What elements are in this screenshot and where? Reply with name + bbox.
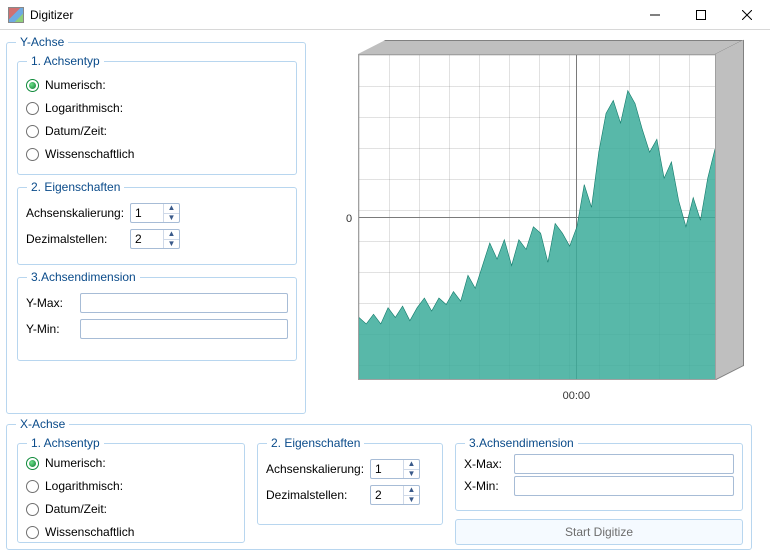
y-axis-type-group-label: 1. Achsentyp (27, 54, 104, 68)
y-axis-scaling-label: Achsenskalierung: (26, 206, 130, 220)
x-axis-dim-group-label: 3.Achsendimension (465, 436, 578, 450)
radio-dot-icon (26, 526, 39, 539)
x-axis-type-group: 1. Achsentyp Numerisch: Logarithmisch: D… (17, 443, 245, 543)
y-axis-group: Y-Achse 1. Achsentyp Numerisch: Logarith… (6, 42, 306, 414)
y-axis-decimals-input[interactable]: 2 ▲▼ (130, 229, 180, 249)
x-axis-type-numeric-label: Numerisch: (45, 456, 106, 470)
y-axis-type-log[interactable]: Logarithmisch: (26, 98, 288, 118)
y-min-input[interactable] (80, 319, 288, 339)
x-axis-type-log[interactable]: Logarithmisch: (26, 476, 236, 496)
radio-dot-icon (26, 457, 39, 470)
radio-dot-icon (26, 148, 39, 161)
radio-dot-icon (26, 125, 39, 138)
x-axis-decimals-value: 2 (371, 486, 403, 504)
spinner-down-icon[interactable]: ▼ (404, 470, 419, 479)
x-axis-props-group-label: 2. Eigenschaften (267, 436, 364, 450)
y-axis-type-numeric[interactable]: Numerisch: (26, 75, 288, 95)
chart-preview: 0 00:00 (324, 36, 750, 408)
plot-area (358, 54, 744, 380)
x-axis-decimals-input[interactable]: 2 ▲▼ (370, 485, 420, 505)
x-axis-group: X-Achse 1. Achsentyp Numerisch: Logarith… (6, 424, 752, 550)
x-max-input[interactable] (514, 454, 734, 474)
x-axis-type-scientific-label: Wissenschaftlich (45, 525, 134, 539)
x-axis-scaling-value: 1 (371, 460, 403, 478)
y-axis-type-numeric-label: Numerisch: (45, 78, 106, 92)
x-axis-scaling-label: Achsenskalierung: (266, 462, 370, 476)
chart-series (359, 55, 715, 379)
titlebar: Digitizer (0, 0, 770, 30)
maximize-button[interactable] (678, 0, 724, 30)
y-axis-decimals-label: Dezimalstellen: (26, 232, 130, 246)
y-max-label: Y-Max: (26, 296, 80, 310)
x-axis-props-group: 2. Eigenschaften Achsenskalierung: 1 ▲▼ … (257, 443, 443, 525)
x-axis-dim-group: 3.Achsendimension X-Max: X-Min: (455, 443, 743, 511)
x-axis-scaling-input[interactable]: 1 ▲▼ (370, 459, 420, 479)
y-axis-type-log-label: Logarithmisch: (45, 101, 123, 115)
spinner-down-icon[interactable]: ▼ (164, 214, 179, 223)
radio-dot-icon (26, 480, 39, 493)
y-axis-dim-group-label: 3.Achsendimension (27, 270, 140, 284)
radio-dot-icon (26, 79, 39, 92)
close-button[interactable] (724, 0, 770, 30)
x-axis-decimals-label: Dezimalstellen: (266, 488, 370, 502)
x-axis-group-label: X-Achse (16, 417, 69, 431)
x-axis-type-log-label: Logarithmisch: (45, 479, 123, 493)
start-digitize-label: Start Digitize (565, 525, 633, 539)
x-max-label: X-Max: (464, 457, 514, 471)
radio-dot-icon (26, 102, 39, 115)
y-axis-type-datetime-label: Datum/Zeit: (45, 124, 107, 138)
y-axis-dim-group: 3.Achsendimension Y-Max: Y-Min: (17, 277, 297, 361)
x-min-label: X-Min: (464, 479, 514, 493)
y-axis-decimals-value: 2 (131, 230, 163, 248)
spinner-down-icon[interactable]: ▼ (404, 496, 419, 505)
y-tick-center: 0 (346, 213, 352, 225)
minimize-button[interactable] (632, 0, 678, 30)
x-axis-type-datetime[interactable]: Datum/Zeit: (26, 499, 236, 519)
y-axis-type-group: 1. Achsentyp Numerisch: Logarithmisch: D… (17, 61, 297, 175)
y-max-input[interactable] (80, 293, 288, 313)
y-axis-type-scientific[interactable]: Wissenschaftlich (26, 144, 288, 164)
start-digitize-button[interactable]: Start Digitize (455, 519, 743, 545)
window-title: Digitizer (30, 8, 73, 22)
x-axis-type-group-label: 1. Achsentyp (27, 436, 104, 450)
x-tick-center: 00:00 (358, 390, 716, 408)
app-icon (8, 7, 24, 23)
x-axis-type-numeric[interactable]: Numerisch: (26, 453, 236, 473)
x-min-input[interactable] (514, 476, 734, 496)
x-axis-type-scientific[interactable]: Wissenschaftlich (26, 522, 236, 542)
y-axis-props-group-label: 2. Eigenschaften (27, 180, 124, 194)
y-axis-type-datetime[interactable]: Datum/Zeit: (26, 121, 288, 141)
y-min-label: Y-Min: (26, 322, 80, 336)
y-axis-scaling-input[interactable]: 1 ▲▼ (130, 203, 180, 223)
y-axis-props-group: 2. Eigenschaften Achsenskalierung: 1 ▲▼ … (17, 187, 297, 265)
spinner-down-icon[interactable]: ▼ (164, 240, 179, 249)
y-axis-scaling-value: 1 (131, 204, 163, 222)
x-axis-type-datetime-label: Datum/Zeit: (45, 502, 107, 516)
y-axis-group-label: Y-Achse (16, 35, 68, 49)
y-axis-type-scientific-label: Wissenschaftlich (45, 147, 134, 161)
radio-dot-icon (26, 503, 39, 516)
